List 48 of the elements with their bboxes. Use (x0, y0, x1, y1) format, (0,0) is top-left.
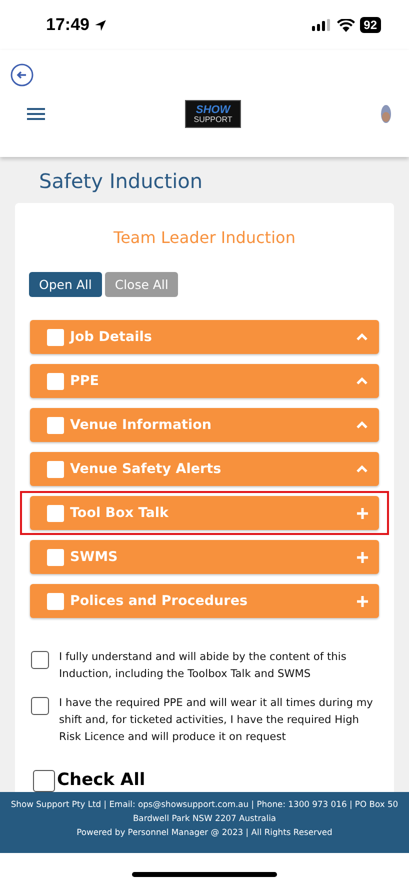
section-title: SWMS (70, 549, 119, 565)
checkbox[interactable] (47, 328, 64, 346)
close-all-button[interactable]: Close All (104, 272, 178, 297)
check-all-label: Check All (57, 770, 146, 790)
checkbox[interactable] (31, 651, 49, 669)
accordion-header[interactable]: PPE (30, 364, 379, 398)
plus-icon[interactable] (357, 596, 368, 606)
checkbox[interactable] (47, 548, 64, 566)
chevron-up-icon[interactable] (356, 421, 368, 429)
open-all-button[interactable]: Open All (29, 272, 102, 297)
location-arrow-icon (94, 18, 108, 32)
plus-icon[interactable] (357, 508, 368, 518)
accordion-header[interactable]: Tool Box Talk (30, 496, 379, 530)
section-title: PPE (70, 373, 100, 389)
agreement-text: I fully understand and will abide by the content of this Induction, including the Toolbox Talk and SWMS (59, 650, 348, 682)
page-title: Safety Induction (39, 169, 204, 193)
section-title: Job Details (70, 329, 153, 345)
wifi-icon (336, 18, 355, 32)
accordion-header[interactable]: Job Details (30, 320, 379, 354)
accordion-header[interactable]: Venue Information (30, 408, 379, 442)
chevron-up-icon[interactable] (356, 333, 368, 341)
checkbox[interactable] (47, 372, 64, 390)
checkbox[interactable] (47, 416, 64, 434)
checkbox[interactable] (47, 504, 64, 522)
footer-text: Show Support Pty Ltd | Email: ops@showsupport.com.au | Phone: 1300 973 016 | PO Box 50 Bardwell Park NSW 2207 Australia (10, 798, 400, 825)
section-title: Venue Information (70, 417, 213, 433)
menu-icon[interactable] (27, 107, 45, 121)
plus-icon[interactable] (357, 552, 368, 562)
accordion-header[interactable]: Polices and Procedures (30, 584, 379, 618)
checkbox[interactable] (47, 460, 64, 478)
footer-text: Powered by Personnel Manager @ 2023 | All Rights Reserved (76, 826, 334, 839)
checkbox[interactable] (31, 697, 49, 715)
section-title: Polices and Procedures (70, 593, 249, 609)
battery-level: 92 (360, 17, 381, 33)
logo: SHOW SUPPORT (185, 100, 241, 128)
card-title: Team Leader Induction (112, 227, 296, 247)
agreement-text: I have the required PPE and will wear it all times during my shift and, for ticketed activities, I have the required High Risk Licence and will produce it on request (59, 696, 374, 745)
back-icon[interactable] (10, 63, 34, 87)
chevron-up-icon[interactable] (356, 377, 368, 385)
chevron-up-icon[interactable] (356, 465, 368, 473)
section-title: Venue Safety Alerts (70, 461, 222, 477)
status-time: 17:49 (46, 15, 90, 35)
accordion-header[interactable]: SWMS (30, 540, 379, 574)
avatar[interactable] (381, 105, 391, 123)
accordion-header[interactable]: Venue Safety Alerts (30, 452, 379, 486)
checkbox[interactable] (47, 592, 64, 610)
section-title: Tool Box Talk (70, 505, 170, 521)
signal-icon (312, 19, 332, 31)
